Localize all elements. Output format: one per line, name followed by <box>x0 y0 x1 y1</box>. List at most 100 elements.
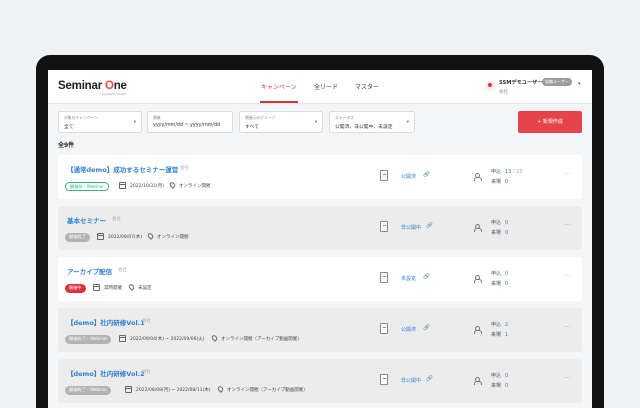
location-pin-icon <box>216 385 225 393</box>
logo-text-main: Seminar <box>58 80 105 92</box>
campaign-card[interactable]: 【通常demo】成功するセミナー運営 会社 開催前・Webinar 2022/1… <box>58 155 582 199</box>
document-icon <box>380 272 388 283</box>
campaign-title[interactable]: アーカイブ配信 <box>67 266 112 276</box>
logo-text-end: ne <box>113 80 127 92</box>
campaign-date: 常時開催 <box>104 286 122 291</box>
user-avatar-icon[interactable] <box>485 81 495 91</box>
link-icon[interactable]: 🔗 <box>423 172 430 178</box>
apply-count: 申込 0 <box>491 372 508 379</box>
total-count: 全9件 <box>58 142 75 149</box>
filter-label: 開催元のグループ <box>245 115 276 120</box>
status-badge: 開催中 <box>65 284 86 293</box>
attend-number: 0 <box>505 230 509 236</box>
more-options-icon[interactable]: ··· <box>564 273 571 280</box>
active-tab-underline <box>260 101 298 103</box>
user-menu-chevron-down-icon[interactable]: ▾ <box>578 81 581 87</box>
filter-date-range[interactable]: 開催 yyyy/mm/dd ~ yyyy/mm/dd <box>147 111 233 133</box>
attend-number: 1 <box>505 332 509 338</box>
people-icon <box>474 173 484 181</box>
campaign-date: 2022/09/04(木) ~ 2022/09/06(火) <box>130 337 205 342</box>
campaign-title[interactable]: 【demo】社内研修Vol.1 <box>67 317 145 327</box>
campaign-title[interactable]: 基本セミナー <box>67 215 106 225</box>
people-icon <box>474 224 484 232</box>
apply-number: 0 <box>505 373 509 379</box>
attend-label: 来場 <box>491 383 502 389</box>
filter-value: yyyy/mm/dd ~ yyyy/mm/dd <box>153 123 221 128</box>
status-badge: 開催終了・Webinar <box>65 335 112 344</box>
attend-number: 0 <box>505 179 509 185</box>
filter-status-select[interactable]: ステータス 公開済、非公開中、未設定 ▾ <box>329 111 415 133</box>
campaign-title[interactable]: 【demo】社内研修Vol.2 <box>67 368 145 378</box>
campaign-org: 会社 <box>112 217 121 222</box>
apply-label: 申込 <box>491 271 502 277</box>
link-icon[interactable]: 🔗 <box>423 325 430 331</box>
attend-number: 0 <box>505 281 509 287</box>
apply-capacity: / 20 <box>512 169 523 175</box>
link-icon[interactable]: 🔗 <box>426 223 433 229</box>
campaign-place: 未設定 <box>138 286 152 291</box>
filter-value: 公開済、非公開中、未設定 <box>335 125 393 130</box>
filter-value: すべて <box>245 125 259 130</box>
status-badge: 開催終了・Webinar <box>65 386 112 395</box>
user-org: 会社 <box>499 90 508 95</box>
attend-label: 来場 <box>491 230 502 236</box>
filter-group-select[interactable]: 開催元のグループ すべて ▾ <box>239 111 323 133</box>
campaign-card[interactable]: 【demo】社内研修Vol.1 会社 開催終了・Webinar 2022/09/… <box>58 308 582 352</box>
campaign-org: 会社 <box>142 370 151 375</box>
nav-tab-master[interactable]: マスター <box>355 82 379 91</box>
apply-label: 申込 <box>491 373 502 379</box>
publish-status[interactable]: 公開済 <box>401 326 416 333</box>
create-new-button[interactable]: + 新規作成 <box>518 111 582 133</box>
campaign-date: 2022/08/08(月) ~ 2022/08/11(木) <box>136 388 211 393</box>
campaign-place: オンライン開催（アーカイブ動画開催） <box>227 388 308 393</box>
apply-count: 申込 2 <box>491 321 508 328</box>
more-options-icon[interactable]: ··· <box>564 222 571 229</box>
campaign-title[interactable]: 【通常demo】成功するセミナー運営 <box>67 164 178 174</box>
campaign-date: 2022/09/07(木) <box>108 235 142 240</box>
campaign-card[interactable]: アーカイブ配信 会社 開催中 常時開催 未設定 未設定 🔗 申込 0 来場 0 ··… <box>58 257 582 301</box>
attend-count: 来場 0 <box>491 280 508 287</box>
calendar-icon <box>119 182 126 189</box>
apply-number: 0 <box>505 220 509 226</box>
apply-count: 申込 0 <box>491 270 508 277</box>
attend-count: 来場 0 <box>491 382 508 389</box>
people-icon <box>474 377 484 385</box>
logo-subtitle: powered by sansan <box>102 93 127 96</box>
filter-value: 全て <box>64 125 74 130</box>
link-icon[interactable]: 🔗 <box>426 376 433 382</box>
attend-label: 来場 <box>491 332 502 338</box>
nav-tab-all-leads[interactable]: 全リード <box>314 82 338 91</box>
location-pin-icon <box>210 334 219 342</box>
location-pin-icon <box>146 232 155 240</box>
nav-tab-campaign[interactable]: キャンペーン <box>261 82 297 91</box>
more-options-icon[interactable]: ··· <box>564 324 571 331</box>
apply-number: 2 <box>505 322 509 328</box>
publish-status[interactable]: 非公開中 <box>401 224 421 231</box>
filter-label: 開催 <box>153 115 161 120</box>
campaign-org: 会社 <box>142 319 151 324</box>
publish-status[interactable]: 公開済 <box>401 173 416 180</box>
location-pin-icon <box>168 181 177 189</box>
attend-label: 来場 <box>491 281 502 287</box>
calendar-icon <box>93 284 100 291</box>
seminar-one-logo[interactable]: Seminar One <box>58 80 127 92</box>
user-name[interactable]: SSMデモユーザー <box>499 79 542 86</box>
status-badge: 開催終了 <box>65 233 90 242</box>
campaign-card[interactable]: 基本セミナー 会社 開催終了 2022/09/07(木) オンライン開催 非公開… <box>58 206 582 250</box>
filter-campaign-select[interactable]: 対象のキャンペーン 全て ▾ <box>58 111 142 133</box>
calendar-icon <box>125 386 132 393</box>
apply-count: 申込 0 <box>491 219 508 226</box>
attend-count: 来場 0 <box>491 178 508 185</box>
filter-label: ステータス <box>335 115 354 120</box>
user-role-badge: 組織ユーザー <box>542 78 572 86</box>
more-options-icon[interactable]: ··· <box>564 171 571 178</box>
calendar-icon <box>119 335 126 342</box>
campaign-place: オンライン開催 <box>179 184 211 189</box>
publish-status[interactable]: 未設定 <box>401 275 416 282</box>
publish-status[interactable]: 非公開中 <box>401 377 421 384</box>
chevron-down-icon: ▾ <box>133 120 136 125</box>
campaign-card[interactable]: 【demo】社内研修Vol.2 会社 開催終了・Webinar 2022/08/… <box>58 359 582 403</box>
top-navigation-bar: Seminar One powered by sansan キャンペーン 全リー… <box>48 70 592 104</box>
more-options-icon[interactable]: ··· <box>564 375 571 382</box>
campaign-org: 会社 <box>180 166 189 171</box>
